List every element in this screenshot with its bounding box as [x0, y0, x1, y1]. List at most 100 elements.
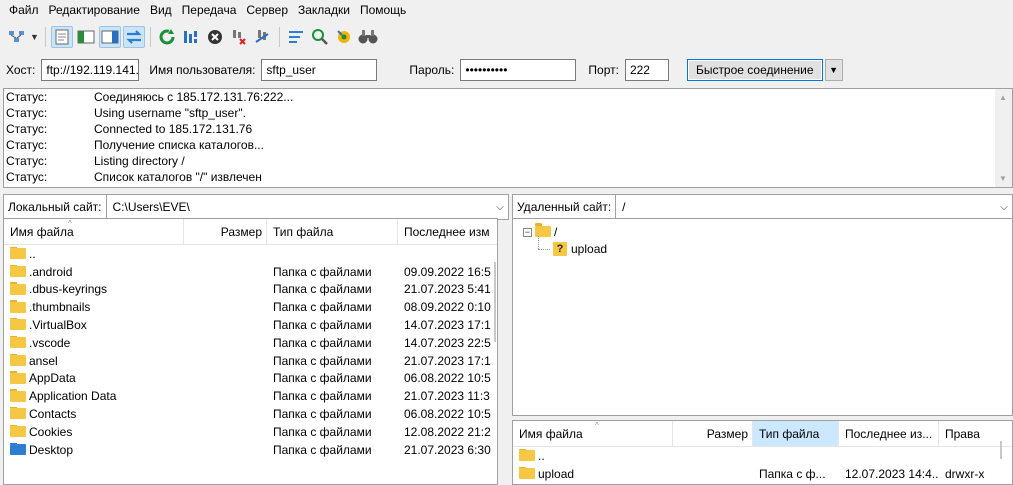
- table-row[interactable]: Application Data Папка с файлами 21.07.202…: [4, 387, 497, 405]
- remote-directory-tree[interactable]: − / ? upload: [512, 218, 1013, 416]
- column-type[interactable]: Тип файла: [267, 219, 398, 244]
- log-message: Listing directory /: [94, 154, 185, 168]
- chevron-down-icon[interactable]: ⌵: [996, 202, 1012, 213]
- remote-list-scrollbar[interactable]: [1000, 441, 1002, 459]
- table-row[interactable]: Contacts Папка с файлами 06.08.2022 10:5: [4, 405, 497, 423]
- table-row[interactable]: .VirtualBox Папка с файлами 14.07.2023 17:…: [4, 316, 497, 334]
- file-name-cell: Cookies: [4, 424, 184, 439]
- file-type: Папка с файлами: [273, 264, 372, 279]
- reconnect-icon[interactable]: [252, 26, 274, 48]
- tree-root-node[interactable]: − /: [523, 222, 558, 239]
- disconnect-icon[interactable]: [228, 26, 250, 48]
- tree-root-label: /: [554, 225, 558, 239]
- menu-view[interactable]: Вид: [145, 3, 177, 17]
- file-type: Папка с файлами: [273, 353, 372, 368]
- column-size[interactable]: Размер: [184, 219, 267, 244]
- table-row[interactable]: ..: [4, 245, 497, 263]
- file-type: Папка с файлами: [273, 371, 372, 386]
- column-size[interactable]: Размер: [673, 421, 753, 446]
- local-site-bar: Локальный сайт: C:\Users\EVE\ ⌵: [3, 194, 509, 220]
- toggle-local-tree-icon[interactable]: [75, 26, 97, 48]
- column-modified[interactable]: Последнее изм: [398, 219, 494, 244]
- table-row[interactable]: AppData Папка с файлами 06.08.2022 10:5: [4, 370, 497, 388]
- file-name-cell: AppData: [4, 371, 184, 385]
- file-modified: 21.07.2023 17:1: [404, 353, 491, 368]
- file-name-cell: .thumbnails: [4, 300, 184, 314]
- local-list-scrollbar[interactable]: [494, 262, 496, 342]
- table-row[interactable]: ..: [513, 447, 1012, 465]
- local-file-list[interactable]: ^ Имя файла Размер Тип файла Последнее и…: [3, 218, 498, 485]
- remote-list-header: ^ Имя файла Размер Тип файла Последнее и…: [513, 421, 1012, 447]
- folder-icon: [10, 335, 26, 349]
- column-filename[interactable]: Имя файла: [4, 219, 184, 244]
- site-manager-icon[interactable]: [6, 26, 28, 48]
- table-row[interactable]: upload Папка с ф... 12.07.2023 14:4... drwx…: [513, 465, 1012, 483]
- folder-icon: [10, 424, 26, 438]
- sync-browse-icon[interactable]: [333, 26, 355, 48]
- file-name: .vscode: [29, 335, 71, 350]
- log-label: Статус:: [6, 106, 48, 120]
- site-manager-dropdown-icon[interactable]: ▼: [30, 32, 40, 42]
- column-permissions[interactable]: Права: [939, 421, 999, 446]
- file-modified: 12.07.2023 14:4...: [845, 467, 939, 481]
- file-name: upload: [538, 467, 575, 481]
- table-row[interactable]: ansel Папка с файлами 21.07.2023 17:1: [4, 352, 497, 370]
- table-row[interactable]: Desktop Папка с файлами 21.07.2023 6:30: [4, 441, 497, 459]
- local-path-input[interactable]: C:\Users\EVE\: [107, 200, 493, 214]
- log-row: Статус: Список каталогов "/" извлечен: [4, 169, 1012, 185]
- column-modified[interactable]: Последнее из...: [839, 421, 939, 446]
- refresh-icon[interactable]: [156, 26, 178, 48]
- file-modified: 08.09.2022 0:10: [404, 300, 491, 315]
- menu-transfer[interactable]: Передача: [177, 3, 242, 17]
- port-input[interactable]: 222: [624, 59, 669, 81]
- menu-help[interactable]: Помощь: [355, 3, 411, 17]
- folder-icon: [10, 300, 26, 313]
- scroll-down-icon[interactable]: ▼: [999, 174, 1007, 183]
- folder-icon: [10, 318, 26, 331]
- menu-file[interactable]: Файл: [4, 3, 44, 17]
- file-name: ..: [29, 246, 36, 261]
- cancel-icon[interactable]: [204, 26, 226, 48]
- menu-server[interactable]: Сервер: [241, 3, 293, 17]
- process-queue-icon[interactable]: [180, 26, 202, 48]
- column-filename[interactable]: Имя файла: [513, 421, 673, 446]
- username-input[interactable]: sftp_user: [261, 59, 378, 81]
- compare-icon[interactable]: [309, 26, 331, 48]
- quickconnect-bar: Хост: ftp://192.119.141.76 Имя пользоват…: [0, 56, 1013, 84]
- filter-icon[interactable]: [285, 26, 307, 48]
- host-label: Хост:: [6, 63, 36, 77]
- file-name-cell: Contacts: [4, 407, 184, 421]
- chevron-down-icon[interactable]: ⌵: [492, 202, 508, 213]
- scroll-up-icon[interactable]: ▲: [999, 93, 1007, 102]
- file-name: .thumbnails: [29, 300, 91, 315]
- collapse-icon[interactable]: −: [523, 227, 532, 237]
- log-message: Connected to 185.172.131.76: [94, 122, 253, 136]
- search-icon[interactable]: [357, 26, 379, 48]
- remote-file-list[interactable]: ^ Имя файла Размер Тип файла Последнее и…: [512, 420, 1013, 485]
- table-row[interactable]: Cookies Папка с файлами 12.08.2022 21:2: [4, 423, 497, 441]
- file-modified: 09.09.2022 16:5: [404, 264, 491, 279]
- quickconnect-button[interactable]: Быстрое соединение: [686, 59, 823, 81]
- table-row[interactable]: .thumbnails Папка с файлами 08.09.2022 0:1…: [4, 298, 497, 316]
- file-name-cell: ansel: [4, 353, 184, 368]
- tree-node-upload[interactable]: ? upload: [553, 242, 607, 256]
- menu-bookmarks[interactable]: Закладки: [293, 3, 355, 17]
- file-name-cell: .VirtualBox: [4, 318, 184, 332]
- column-type[interactable]: Тип файла: [753, 421, 839, 446]
- tree-connector: [538, 236, 539, 249]
- menu-edit[interactable]: Редактирование: [44, 3, 145, 17]
- tree-connector: [538, 249, 550, 250]
- toggle-remote-tree-icon[interactable]: [99, 26, 121, 48]
- remote-path-input[interactable]: /: [616, 200, 996, 214]
- toggle-queue-icon[interactable]: [123, 26, 145, 48]
- log-scrollbar[interactable]: ▲ ▼: [995, 89, 1012, 187]
- host-input[interactable]: ftp://192.119.141.76: [41, 59, 140, 81]
- folder-icon: [10, 442, 26, 455]
- toggle-log-icon[interactable]: [51, 26, 73, 48]
- message-log[interactable]: Статус: Соединяюсь с 185.172.131.76:222..…: [3, 88, 1013, 188]
- quickconnect-history-dropdown[interactable]: ▼: [824, 59, 843, 81]
- table-row[interactable]: .android Папка с файлами 09.09.2022 16:5: [4, 263, 497, 281]
- password-input[interactable]: ••••••••••: [460, 59, 577, 81]
- table-row[interactable]: .dbus-keyrings Папка с файлами 21.07.2023 …: [4, 281, 497, 299]
- table-row[interactable]: .vscode Папка с файлами 14.07.2023 22:5: [4, 334, 497, 352]
